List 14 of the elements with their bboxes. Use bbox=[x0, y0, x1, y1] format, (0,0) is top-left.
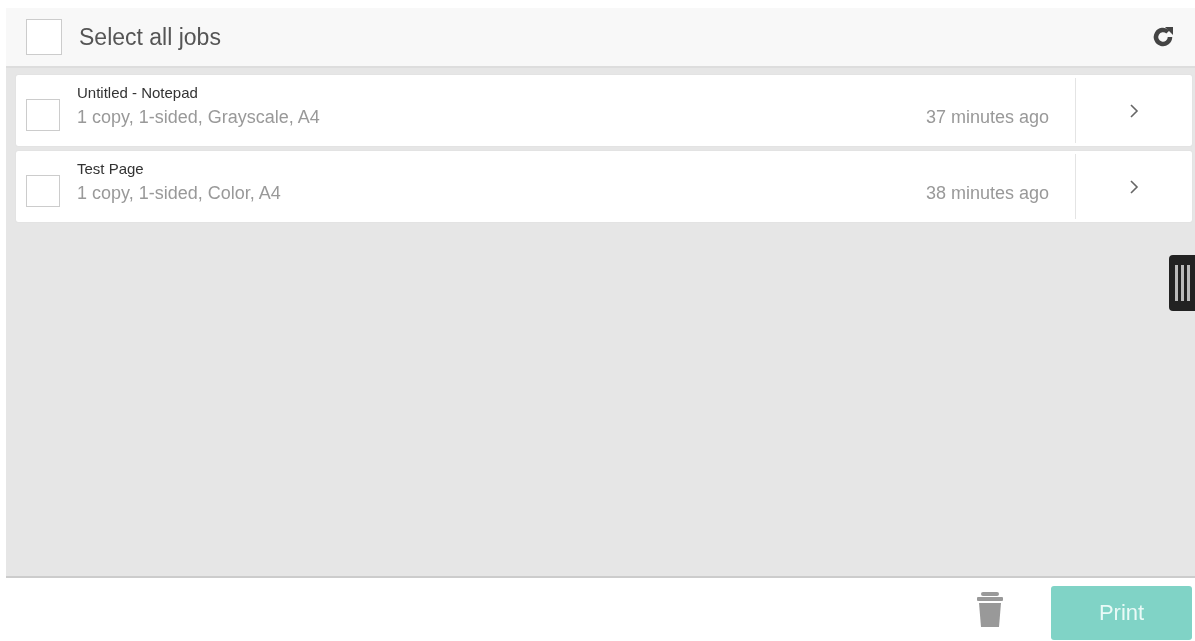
job-time: 37 minutes ago bbox=[925, 107, 1049, 128]
job-title: Untitled - Notepad bbox=[77, 84, 199, 101]
job-details: 1 copy, 1-sided, Color, A4 bbox=[77, 183, 281, 204]
drawer-handle[interactable] bbox=[1169, 255, 1195, 311]
job-details: 1 copy, 1-sided, Grayscale, A4 bbox=[77, 107, 320, 128]
checkbox[interactable] bbox=[26, 174, 60, 207]
trash-icon[interactable] bbox=[977, 591, 1003, 628]
checkbox[interactable] bbox=[26, 98, 60, 131]
chevron-icon bbox=[1129, 102, 1139, 119]
checkbox[interactable] bbox=[26, 19, 62, 55]
job-title: Test Page bbox=[77, 160, 145, 177]
refresh-icon[interactable] bbox=[1151, 25, 1175, 49]
job-time: 38 minutes ago bbox=[925, 183, 1049, 204]
chevron-icon bbox=[1129, 178, 1139, 195]
